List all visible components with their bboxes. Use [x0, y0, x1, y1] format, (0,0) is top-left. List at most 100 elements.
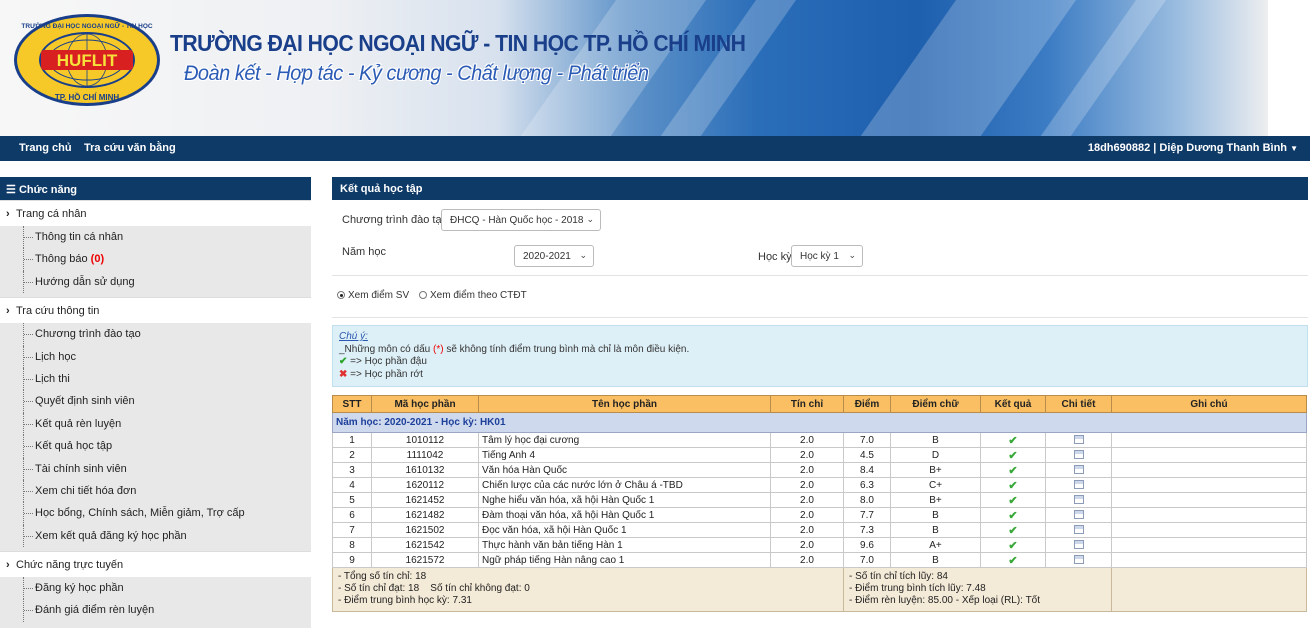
cell-letter: D	[890, 447, 981, 463]
svg-text:HUFLIT: HUFLIT	[57, 51, 118, 70]
cell-stt: 4	[332, 477, 372, 493]
cell-note	[1111, 462, 1307, 478]
col-header-note[interactable]: Ghi chú	[1111, 395, 1307, 413]
year-select[interactable]: 2020-2021 ⌄	[514, 245, 594, 267]
summary-accum-gpa: - Điểm trung bình tích lũy: 7.48	[849, 583, 986, 594]
cell-stt: 2	[332, 447, 372, 463]
cell-score: 7.0	[843, 432, 891, 448]
cell-code: 1621572	[371, 552, 479, 568]
cell-detail	[1045, 492, 1112, 508]
program-select-value: ĐHCQ - Hàn Quốc học - 2018	[450, 215, 584, 226]
cell-result: ✔	[980, 432, 1046, 448]
detail-icon[interactable]	[1073, 539, 1084, 549]
sidebar-item-scholarships[interactable]: Học bổng, Chính sách, Miễn giảm, Trợ cấp	[0, 502, 311, 526]
detail-icon[interactable]	[1073, 449, 1084, 459]
chevron-right-icon: ›	[6, 305, 10, 318]
sidebar-item-course-registration[interactable]: Đăng ký học phần	[0, 577, 311, 600]
detail-icon[interactable]	[1073, 494, 1084, 504]
cell-stt: 6	[332, 507, 372, 523]
table-row: 7 1621502 Đọc văn hóa, xã hội Hàn Quốc 1 2.…	[332, 522, 1307, 538]
chevron-down-icon: ⌄	[579, 250, 587, 260]
radio-student-view[interactable]: Xem điểm SV	[337, 290, 409, 301]
detail-icon[interactable]	[1073, 524, 1084, 534]
sidebar-item-guide[interactable]: Hướng dẫn sử dụng	[0, 270, 311, 294]
cell-score: 6.3	[843, 477, 891, 493]
col-header-code[interactable]: Mã học phần	[371, 395, 479, 413]
cell-detail	[1045, 447, 1112, 463]
sidebar-group-label: Chức năng trực tuyến	[16, 559, 124, 572]
summary-right: - Số tín chỉ tích lũy: 84 - Điểm trung b…	[843, 567, 1112, 612]
sidebar-item-registration-results[interactable]: Xem kết quả đăng ký học phần	[0, 524, 311, 548]
cell-stt: 8	[332, 537, 372, 553]
term-select[interactable]: Học kỳ 1 ⌄	[791, 245, 863, 267]
sidebar-item-conduct-evaluation[interactable]: Đánh giá điểm rèn luyện	[0, 599, 311, 623]
table-row: 2 1111042 Tiếng Anh 4 2.0 4.5 D ✔	[332, 447, 1307, 463]
detail-icon[interactable]	[1073, 509, 1084, 519]
table-row: 5 1621452 Nghe hiểu văn hóa, xã hội Hàn Qu…	[332, 492, 1307, 508]
note-pass: ✔ => Học phần đậu	[339, 356, 427, 367]
user-menu[interactable]: 18dh690882 | Diệp Dương Thanh Bình ▼	[1088, 142, 1298, 154]
nav-degree-lookup-link[interactable]: Tra cứu văn bằng	[84, 142, 176, 154]
col-header-stt[interactable]: STT	[332, 395, 372, 413]
radio-program-view[interactable]: Xem điểm theo CTĐT	[419, 290, 527, 301]
sidebar-group-online[interactable]: › Chức năng trực tuyến	[0, 551, 311, 578]
cell-note	[1111, 537, 1307, 553]
summary-left: - Tổng số tín chỉ: 18 - Số tín chỉ đạt: …	[332, 567, 844, 612]
term-select-value: Học kỳ 1	[800, 251, 839, 262]
col-header-letter[interactable]: Điểm chữ	[890, 395, 981, 413]
cell-code: 1621542	[371, 537, 479, 553]
sidebar-group-personal[interactable]: › Trang cá nhân	[0, 200, 311, 226]
sidebar-item-invoices[interactable]: Xem chi tiết hóa đơn	[0, 479, 311, 503]
cell-note	[1111, 432, 1307, 448]
sidebar-item-notifications[interactable]: Thông báo (0)	[0, 248, 311, 272]
sidebar-title: Chức năng	[18, 184, 78, 196]
chevron-down-icon: ⌄	[586, 214, 594, 224]
sidebar-item-class-schedule[interactable]: Lịch học	[0, 345, 311, 369]
col-header-result[interactable]: Kết quả	[980, 395, 1046, 413]
program-select[interactable]: ĐHCQ - Hàn Quốc học - 2018 ⌄	[441, 209, 601, 231]
divider	[332, 275, 1308, 276]
detail-icon[interactable]	[1073, 479, 1084, 489]
cell-letter: B	[890, 432, 981, 448]
cell-credits: 2.0	[770, 522, 844, 538]
cell-letter: C+	[890, 477, 981, 493]
detail-icon[interactable]	[1073, 464, 1084, 474]
cell-score: 7.0	[843, 552, 891, 568]
notification-count-badge: (0)	[90, 253, 105, 266]
chevron-down-icon: ⌄	[848, 250, 856, 260]
school-logo[interactable]: HUFLIT TRƯỜNG ĐẠI HỌC NGOẠI NGỮ - TIN HỌ…	[12, 12, 162, 108]
cell-detail	[1045, 432, 1112, 448]
chevron-right-icon: ›	[6, 559, 10, 572]
sidebar-item-profile[interactable]: Thông tin cá nhân	[0, 226, 311, 249]
sidebar-item-grades[interactable]: Kết quả học tập	[0, 435, 311, 458]
cell-name: Nghe hiểu văn hóa, xã hội Hàn Quốc 1	[478, 492, 771, 508]
nav-home-link[interactable]: Trang chủ	[19, 142, 72, 154]
table-row: 9 1621572 Ngữ pháp tiếng Hàn nâng cao 1 2.0…	[332, 552, 1307, 568]
col-header-score[interactable]: Điểm	[843, 395, 891, 413]
col-header-credits[interactable]: Tín chỉ	[770, 395, 844, 413]
semester-label: Năm học: 2020-2021 - Học kỳ: HK01	[332, 412, 1307, 433]
detail-icon[interactable]	[1073, 434, 1084, 444]
cell-result: ✔	[980, 537, 1046, 553]
sidebar-item-decisions[interactable]: Quyết định sinh viên	[0, 390, 311, 414]
col-header-name[interactable]: Tên học phần	[478, 395, 771, 413]
main-panel-header: Kết quả học tập	[332, 177, 1308, 200]
sidebar-item-finance[interactable]: Tài chính sinh viên	[0, 457, 311, 481]
svg-text:TRƯỜNG ĐẠI HỌC NGOẠI NGỮ - TIN: TRƯỜNG ĐẠI HỌC NGOẠI NGỮ - TIN HỌC	[21, 21, 152, 30]
sidebar: ☰ Chức năng › Trang cá nhân Thông tin cá …	[0, 177, 311, 628]
cell-result: ✔	[980, 507, 1046, 523]
sidebar-item-curriculum[interactable]: Chương trình đào tạo	[0, 323, 311, 346]
cell-code: 1621482	[371, 507, 479, 523]
sidebar-group-label: Trang cá nhân	[16, 208, 87, 220]
detail-icon[interactable]	[1073, 554, 1084, 564]
cell-name: Văn hóa Hàn Quốc	[478, 462, 771, 478]
summary-empty	[1111, 567, 1307, 612]
sidebar-group-lookup[interactable]: › Tra cứu thông tin	[0, 297, 311, 324]
cell-detail	[1045, 552, 1112, 568]
sidebar-item-conduct[interactable]: Kết quả rèn luyện	[0, 412, 311, 436]
sidebar-item-exam-schedule[interactable]: Lịch thi	[0, 367, 311, 391]
cell-note	[1111, 447, 1307, 463]
divider	[332, 317, 1308, 318]
cell-code: 1621452	[371, 492, 479, 508]
col-header-detail[interactable]: Chi tiết	[1045, 395, 1112, 413]
